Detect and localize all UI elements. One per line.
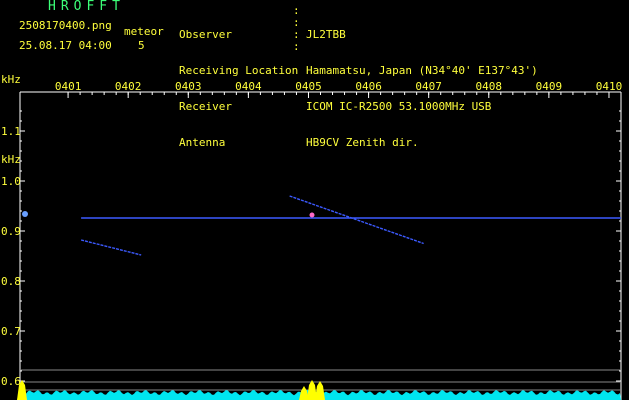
meteor-trace (80, 239, 142, 256)
x-tick-label: 0410 (596, 80, 623, 93)
spectrogram-plot: kHz kHz 0401 0402 0403 0404 0405 0406 0407 0408 04… (1, 73, 623, 400)
y-tick-label: 0.8 (1, 275, 21, 288)
y-axis-label-repeat: kHz (1, 153, 21, 166)
carrier-blip (22, 211, 28, 217)
x-tick-label: 0403 (175, 80, 202, 93)
x-tick-label: 0409 (536, 80, 563, 93)
x-tick-label: 0401 (55, 80, 82, 93)
y-tick-label: 1.0 (1, 175, 21, 188)
y-tick-label: 0.6 (1, 375, 21, 388)
y-tick-label: 0.9 (1, 225, 21, 238)
x-tick-label: 0406 (355, 80, 382, 93)
y-tick-label: 1.1 (1, 125, 21, 138)
x-tick-label: 0407 (415, 80, 442, 93)
meteor-trace (289, 195, 424, 245)
x-tick-label: 0402 (115, 80, 142, 93)
meteor-head-echo (309, 212, 315, 218)
x-tick-label: 0404 (235, 80, 262, 93)
y-tick-label: 0.7 (1, 325, 21, 338)
x-tick-label: 0408 (476, 80, 503, 93)
x-tick-label: 0405 (295, 80, 322, 93)
y-axis-label: kHz (1, 73, 21, 86)
spectrum-peak (315, 381, 325, 400)
